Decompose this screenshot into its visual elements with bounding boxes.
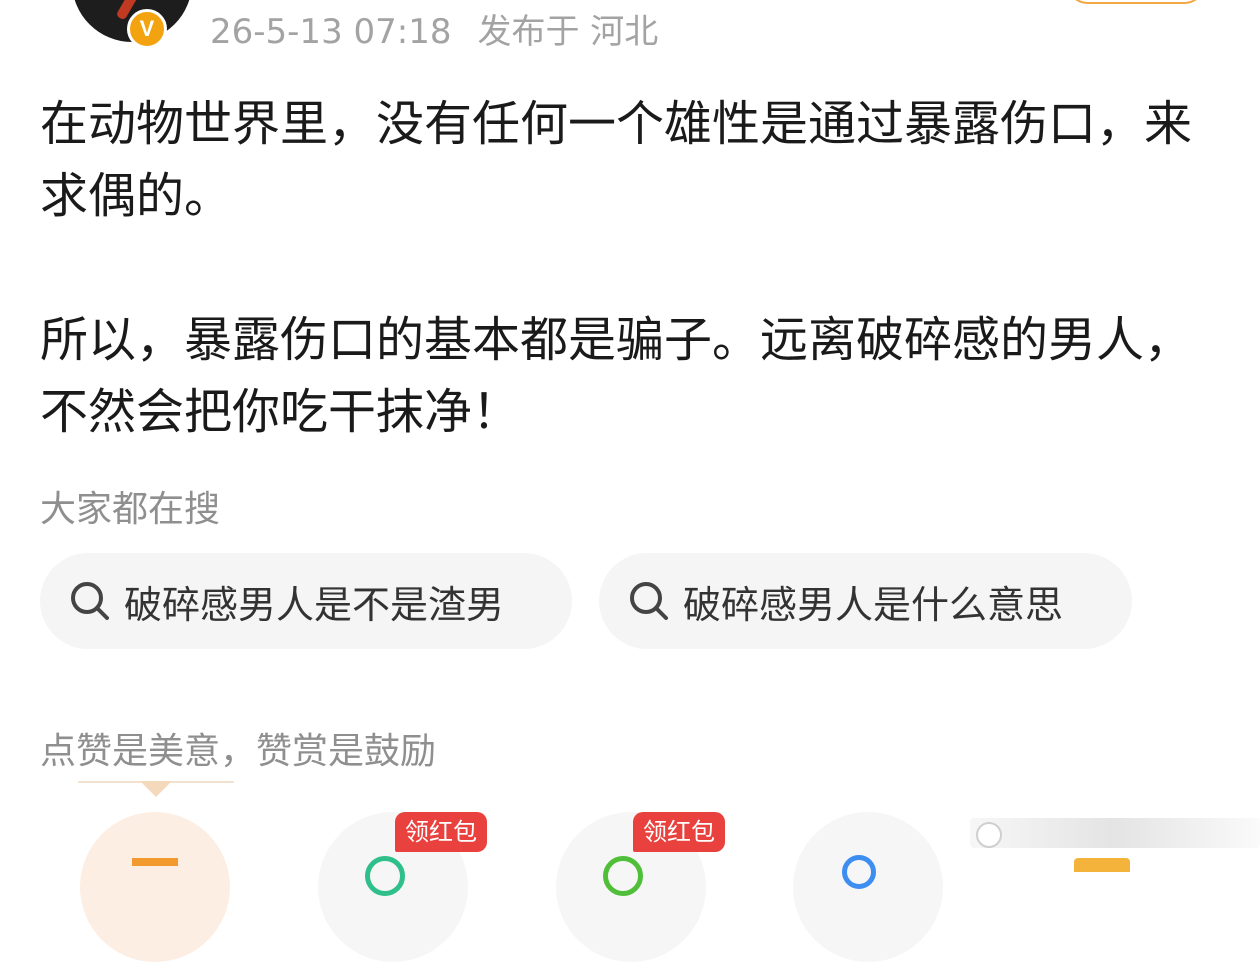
search-suggestion-chip[interactable]: 破碎感男人是不是渣男: [40, 553, 572, 649]
trending-search-title: 大家都在搜: [40, 489, 221, 530]
reward-option-gift[interactable]: [80, 812, 230, 962]
coin-icon: [603, 856, 643, 896]
reward-scroll-indicator: [970, 818, 1260, 848]
gift-box-icon[interactable]: [1074, 858, 1130, 872]
post-paragraph: 在动物世界里，没有任何一个雄性是通过暴露伤口，来求偶的。: [40, 96, 1193, 224]
gift-icon: [132, 858, 178, 872]
post-location: 发布于 河北: [477, 12, 659, 52]
red-packet-badge: 领红包: [633, 812, 725, 852]
post-meta: 26-5-13 07:18 发布于 河北: [210, 4, 658, 53]
search-suggestion-chip[interactable]: 破碎感男人是什么意思: [599, 553, 1132, 649]
coin-icon: [365, 856, 405, 896]
search-icon: [630, 582, 668, 620]
search-icon: [71, 582, 109, 620]
follow-button[interactable]: [1066, 0, 1206, 4]
red-packet-badge: 领红包: [395, 812, 487, 852]
reward-option-blue[interactable]: [793, 812, 943, 962]
verified-badge-icon: V: [127, 9, 167, 49]
post-timestamp: 26-5-13 07:18: [210, 12, 452, 52]
reward-icon: [842, 855, 876, 889]
search-suggestion-label: 破碎感男人是什么意思: [683, 582, 1064, 627]
reward-tab-pointer: [140, 781, 172, 797]
post-paragraph: 所以，暴露伤口的基本都是骗子。远离破碎感的男人，不然会把你吃干抹净！: [40, 312, 1193, 440]
search-suggestion-label: 破碎感男人是不是渣男: [124, 582, 505, 627]
post-content: 在动物世界里，没有任何一个雄性是通过暴露伤口，来求偶的。 所以，暴露伤口的基本都…: [40, 88, 1230, 448]
reward-section-title: 点赞是美意，赞赏是鼓励: [40, 731, 437, 772]
